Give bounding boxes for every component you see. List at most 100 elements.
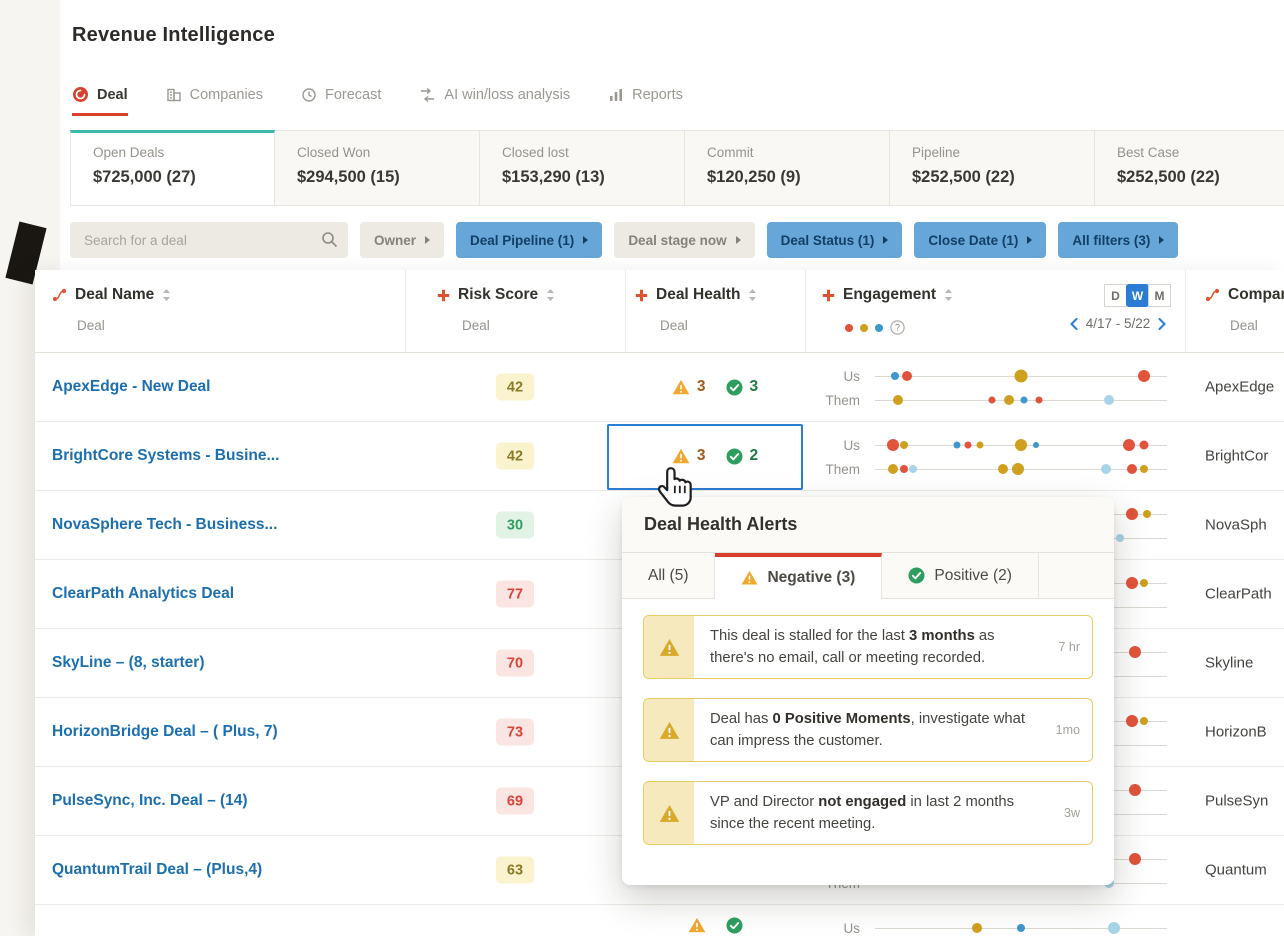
engagement-cell: UsThem: [805, 353, 1185, 421]
deal-name-link[interactable]: PulseSync, Inc. Deal – (14): [52, 792, 248, 810]
warning-icon: [644, 782, 694, 844]
caret-icon: [583, 236, 589, 244]
check-icon: [908, 567, 925, 584]
check-icon: [726, 448, 743, 465]
positive-count: 3: [749, 378, 759, 395]
engagement-dot: [1139, 717, 1148, 725]
engagement-dot: [1126, 464, 1137, 474]
sort-icon[interactable]: [944, 288, 953, 302]
deal-health-cell[interactable]: [625, 917, 805, 934]
risk-score-badge: 42: [496, 373, 534, 401]
summary-card-value: $252,500 (22): [912, 168, 1015, 186]
deal-name-link[interactable]: ApexEdge - New Deal: [52, 378, 211, 396]
search-box: [70, 222, 348, 258]
chevron-right-icon[interactable]: [1158, 317, 1167, 330]
chevron-left-icon[interactable]: [1069, 317, 1078, 330]
deal-health-cell[interactable]: 33: [625, 378, 805, 396]
engagement-toggle-d[interactable]: D: [1104, 284, 1127, 307]
engagement-dot: [953, 441, 961, 449]
filter-chip-deal-pipeline-1[interactable]: Deal Pipeline (1): [456, 222, 603, 258]
sort-icon[interactable]: [748, 288, 757, 302]
alert-age: 3w: [1064, 806, 1080, 820]
summary-card-open-deals[interactable]: Open Deals $725,000 (27): [70, 130, 275, 206]
warning-icon: [688, 917, 706, 933]
help-icon[interactable]: ?: [890, 320, 905, 335]
risk-score-cell: 69: [405, 787, 625, 815]
summary-card-best-case[interactable]: Best Case $252,500 (22): [1095, 130, 1284, 206]
column-header-risk-score[interactable]: Risk Score: [437, 286, 555, 304]
engagement-dot: [1004, 395, 1015, 405]
summary-cards: Open Deals $725,000 (27) Closed Won $294,50…: [70, 130, 1284, 206]
popup-tab-positive-2[interactable]: Positive (2): [882, 553, 1039, 598]
warning-icon: [644, 699, 694, 761]
summary-card-pipeline[interactable]: Pipeline $252,500 (22): [890, 130, 1095, 206]
nav-tab-forecast[interactable]: Forecast: [301, 87, 381, 116]
column-header-engagement[interactable]: Engagement: [822, 286, 953, 304]
engagement-sparkline: [875, 369, 1167, 383]
column-header-deal-name[interactable]: Deal Name: [52, 286, 171, 304]
filter-chip-deal-stage-now[interactable]: Deal stage now: [614, 222, 755, 258]
popup-tab-label: Negative (3): [767, 569, 856, 586]
column-header-deal-health[interactable]: Deal Health: [635, 286, 757, 304]
engagement-dot: [1012, 463, 1025, 475]
column-label: Deal Name: [75, 286, 155, 303]
engagement-dot: [1032, 442, 1039, 448]
engagement-toggle-w[interactable]: W: [1126, 284, 1149, 307]
nav-tab-reports[interactable]: Reports: [608, 87, 683, 116]
risk-score-cell: 42: [405, 442, 625, 470]
filter-chip-all-filters-3[interactable]: All filters (3): [1058, 222, 1179, 258]
alert-text: Deal has 0 Positive Moments, investigate…: [710, 710, 1026, 749]
check-icon: [726, 379, 743, 396]
company-name: PulseSyn: [1205, 792, 1269, 810]
engagement-toggle-m[interactable]: M: [1148, 284, 1171, 307]
sort-icon[interactable]: [546, 288, 555, 302]
engagement-us-label: Us: [843, 437, 861, 453]
column-header-company[interactable]: Company: [1205, 286, 1284, 304]
table-row: BrightCore Systems - Busine... 42 3 2 Us Them…: [35, 422, 1284, 491]
filter-chip-deal-status-1[interactable]: Deal Status (1): [766, 222, 903, 258]
summary-card-commit[interactable]: Commit $120,250 (9): [685, 130, 890, 206]
engagement-dot: [900, 441, 909, 449]
summary-card-closed-won[interactable]: Closed Won $294,500 (15): [275, 130, 480, 206]
filter-chip-close-date-1[interactable]: Close Date (1): [914, 222, 1047, 258]
nav-tab-deal[interactable]: Deal: [72, 86, 128, 116]
engagement-legend: ?: [845, 320, 905, 335]
deal-name-link[interactable]: BrightCore Systems - Busine...: [52, 447, 279, 465]
summary-card-value: $120,250 (9): [707, 168, 801, 186]
deal-branch-icon: [52, 288, 67, 302]
search-input[interactable]: [70, 222, 348, 258]
caret-icon: [1027, 236, 1033, 244]
filter-chip-label: Deal Status (1): [780, 232, 875, 248]
popup-tab-all-5[interactable]: All (5): [622, 553, 716, 598]
warning-icon: [741, 570, 758, 585]
engagement-dot: [1139, 440, 1149, 450]
summary-card-closed-lost[interactable]: Closed lost $153,290 (13): [480, 130, 685, 206]
sort-icon[interactable]: [162, 288, 171, 302]
engagement-dot: [1139, 465, 1148, 473]
company-branch-icon: [1205, 288, 1220, 302]
column-label: Risk Score: [458, 286, 539, 303]
risk-score-cell: 63: [405, 856, 625, 884]
engagement-cell: UsThem: [805, 905, 1185, 936]
risk-score-cell: 77: [405, 580, 625, 608]
nav-tab-companies[interactable]: Companies: [166, 87, 263, 116]
nav-tab-ai-win-loss-analysis[interactable]: AI win/loss analysis: [419, 87, 570, 116]
deal-name-link[interactable]: HorizonBridge Deal – ( Plus, 7): [52, 723, 278, 741]
deal-health-cell[interactable]: 32: [625, 447, 805, 465]
page-title: Revenue Intelligence: [72, 24, 275, 46]
risk-score-badge: 77: [496, 580, 534, 608]
popup-tab-negative-3[interactable]: Negative (3): [715, 553, 883, 599]
risk-score-icon: [437, 289, 450, 302]
column-label: Company: [1228, 286, 1284, 303]
deal-name-link[interactable]: ClearPath Analytics Deal: [52, 585, 234, 603]
deal-name-link[interactable]: SkyLine – (8, starter): [52, 654, 204, 672]
deal-name-link[interactable]: QuantumTrail Deal – (Plus,4): [52, 861, 262, 879]
filter-chip-owner[interactable]: Owner: [360, 222, 445, 258]
forecast-icon: [301, 87, 317, 103]
main-nav: Deal Companies Forecast AI win/loss analysi…: [72, 78, 683, 116]
alert-text: This deal is stalled for the last 3 mont…: [710, 627, 995, 666]
deal-name-link[interactable]: NovaSphere Tech - Business...: [52, 516, 277, 534]
summary-card-value: $294,500 (15): [297, 168, 400, 186]
check-icon: [726, 917, 743, 934]
engagement-dot: [1015, 439, 1027, 451]
